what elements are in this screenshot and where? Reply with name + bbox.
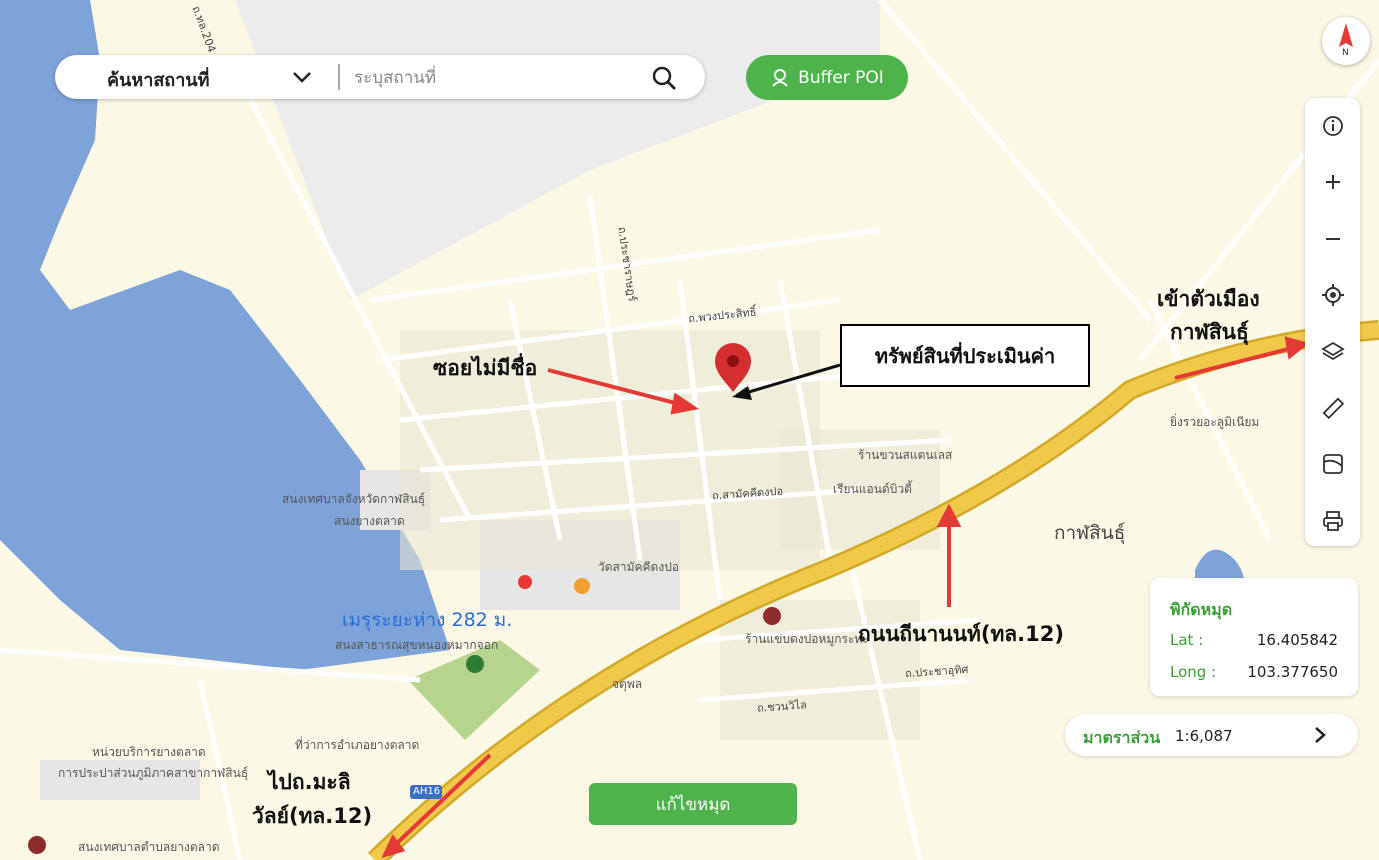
edit-pin-button[interactable]: แก้ไขหมุด bbox=[589, 783, 797, 825]
scale-value: 1:6,087 bbox=[1175, 727, 1233, 745]
poi-label-shop3: ยิ่งรวยอะลูมิเนียม bbox=[1170, 415, 1260, 429]
zoom-in-button[interactable] bbox=[1317, 166, 1348, 197]
temple-icon bbox=[574, 578, 590, 594]
coordinates-title: พิกัดหมุด bbox=[1170, 600, 1233, 619]
buffer-poi-label: Buffer POI bbox=[798, 67, 884, 88]
park-icon bbox=[466, 655, 484, 673]
ruler-icon bbox=[1322, 397, 1344, 419]
info-button[interactable] bbox=[1317, 110, 1348, 141]
poi-dot bbox=[518, 575, 532, 589]
lat-label: Lat : bbox=[1170, 631, 1204, 649]
restaurant-icon bbox=[763, 607, 781, 625]
locate-icon bbox=[1321, 283, 1344, 306]
zoom-out-button[interactable] bbox=[1317, 223, 1348, 254]
to-road-annotation-line2: วัลย์(ทล.12) bbox=[252, 804, 373, 828]
search-type-select[interactable]: ค้นหาสถานที่ bbox=[107, 65, 209, 94]
poi-label-shop1: ร้านขวนสแตนเลส bbox=[858, 448, 953, 462]
distance-label: เมรุระยะห่าง 282 ม. bbox=[342, 609, 513, 631]
poi-icon-2 bbox=[28, 836, 46, 854]
kalasin-label: กาฬสินธุ์ bbox=[1054, 522, 1126, 544]
highway-shield-label: AH16 bbox=[413, 786, 441, 797]
poi-label-office1: หน่วยบริการยางตลาด bbox=[92, 745, 206, 759]
thanon-annotation: ถนนถีนานนท์(ทล.12) bbox=[858, 622, 1064, 646]
zoom-out-icon bbox=[1325, 237, 1340, 240]
asset-annotation-box: ทรัพย์สินที่ประเมินค่า bbox=[840, 324, 1090, 387]
map-style-icon bbox=[1322, 453, 1343, 474]
scale-bar[interactable]: มาตราส่วน 1:6,087 bbox=[1065, 714, 1358, 756]
unnamed-soi-annotation: ซอยไม่มีชื่อ bbox=[433, 356, 538, 380]
coordinates-panel: พิกัดหมุด Lat : 16.405842 Long : 103.377… bbox=[1150, 578, 1358, 696]
to-city-annotation-line2: กาฬสินธุ์ bbox=[1170, 320, 1249, 344]
search-input[interactable] bbox=[352, 63, 636, 93]
scale-label: มาตราส่วน bbox=[1083, 728, 1161, 747]
poi-label-office4: สนงเทศบาลตำบลยางตลาด bbox=[78, 840, 220, 854]
poi-label-office2: การประปาส่วนภูมิภาคสาขากาฬสินธุ์ bbox=[58, 766, 249, 780]
temple-label: วัดสามัคคีดงปอ bbox=[598, 560, 680, 574]
layers-button[interactable] bbox=[1317, 336, 1348, 367]
search-icon[interactable] bbox=[651, 65, 677, 91]
chevron-down-icon[interactable] bbox=[291, 67, 313, 87]
poi-label-shop4: ร้านแข่บดงปอหมูกระทะ bbox=[745, 632, 869, 646]
road-label-chuanwilai: ถ.ชวนวิไล bbox=[756, 698, 808, 715]
poi-label-hospital: สนงสาธารณสุขหนองหมากจอก bbox=[335, 638, 499, 652]
print-button[interactable] bbox=[1317, 505, 1348, 536]
map-style-button[interactable] bbox=[1317, 448, 1348, 479]
long-label: Long : bbox=[1170, 663, 1217, 681]
poi-label-school1: สนงเทศบาลจังหวัดกาฬสินธุ์ bbox=[282, 492, 426, 506]
poi-label-shop5: จตุพล bbox=[612, 677, 643, 691]
poi-label-office3: ที่ว่าการอำเภอยางตลาด bbox=[295, 738, 420, 752]
lat-value: 16.405842 bbox=[1256, 631, 1338, 649]
search-bar: ค้นหาสถานที่ bbox=[55, 55, 705, 99]
buffer-poi-button[interactable]: Buffer POI bbox=[746, 55, 908, 100]
map-toolbar bbox=[1305, 98, 1360, 546]
to-city-annotation-line1: เข้าตัวเมือง bbox=[1157, 287, 1260, 311]
ruler-button[interactable] bbox=[1317, 392, 1348, 423]
user-pin-icon bbox=[772, 68, 788, 87]
search-divider bbox=[338, 64, 340, 90]
compass-button[interactable]: N bbox=[1322, 17, 1370, 65]
locate-button[interactable] bbox=[1317, 279, 1348, 310]
to-road-annotation-line1: ไปถ.มะลิ bbox=[268, 770, 351, 794]
poi-label-school1b: สนงยางตลาด bbox=[334, 514, 405, 528]
poi-label-shop2: เรียนแอนด์บิวตี้ bbox=[833, 482, 912, 496]
chevron-right-icon[interactable] bbox=[1310, 724, 1330, 746]
zoom-in-icon bbox=[1325, 174, 1340, 189]
long-value: 103.377650 bbox=[1247, 663, 1338, 681]
layers-icon bbox=[1320, 341, 1345, 360]
compass-north-label: N bbox=[1342, 48, 1349, 58]
print-icon bbox=[1322, 510, 1343, 531]
info-icon bbox=[1322, 115, 1343, 136]
